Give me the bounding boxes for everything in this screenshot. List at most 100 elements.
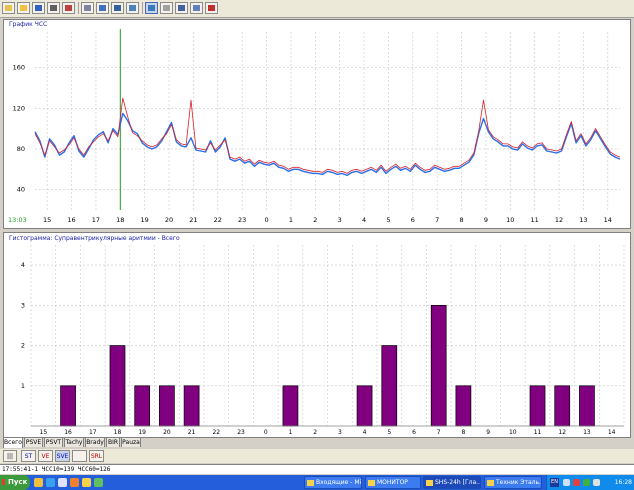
layout-button[interactable] <box>126 2 139 14</box>
hist-bar[interactable] <box>579 385 595 427</box>
folder-button[interactable] <box>17 2 30 14</box>
list-view-icon[interactable]: ||| <box>3 450 17 462</box>
quicklaunch-folder-icon[interactable] <box>82 478 91 487</box>
hist-x-tick-label: 2 <box>313 429 317 436</box>
print-icon <box>50 5 57 11</box>
hist-bar[interactable] <box>381 345 398 427</box>
hist-bar[interactable] <box>356 385 373 427</box>
hr-x-tick-label: 7 <box>435 216 439 224</box>
chart-button[interactable] <box>145 2 158 14</box>
tools-button[interactable] <box>62 2 75 14</box>
hr-series-red <box>34 97 621 174</box>
quicklaunch-ie-icon[interactable] <box>46 478 55 487</box>
marker-button[interactable] <box>190 2 203 14</box>
start-button[interactable]: Пуск <box>0 475 30 490</box>
quicklaunch-media-icon[interactable] <box>70 478 79 487</box>
hist-bar[interactable] <box>159 385 175 427</box>
hist-x-tick-label: 23 <box>237 429 245 436</box>
hist-x-tick-label: 5 <box>387 429 391 436</box>
hist-x-tick-label: 17 <box>89 429 97 436</box>
channel-ve-button[interactable]: VE <box>38 450 53 462</box>
save-icon <box>35 5 42 11</box>
tab-brady[interactable]: Brady <box>85 437 105 447</box>
status-bar: 17:55:41-1 ЧСС10=139 ЧСС60=126 <box>0 464 634 474</box>
hist-y-tick-label: 4 <box>21 261 25 269</box>
tab-pauza[interactable]: Pauza <box>121 437 141 447</box>
hist-x-tick-label: 1 <box>289 429 293 436</box>
hist-bar[interactable] <box>529 385 546 427</box>
tray-network-icon[interactable] <box>563 479 570 486</box>
tray-update-icon[interactable] <box>583 479 590 486</box>
grid-icon <box>114 5 121 11</box>
hist-x-tick-label: 4 <box>363 429 367 436</box>
channel-blank-button[interactable] <box>72 450 87 462</box>
channel-srl-button[interactable]: SRL <box>89 450 104 462</box>
hist-bar[interactable] <box>183 385 200 427</box>
hr-y-tick-label: 40 <box>17 186 25 194</box>
taskbar-window-button[interactable]: Техник Эталь... <box>484 476 542 489</box>
histogram-button[interactable] <box>205 2 218 14</box>
taskbar-window-button[interactable]: Входящие - Mi... <box>304 476 362 489</box>
language-indicator[interactable]: EN <box>550 478 559 487</box>
hist-x-tick-label: 12 <box>558 429 566 436</box>
toolbar-separator <box>78 2 79 14</box>
channel-st-button[interactable]: ST <box>21 450 36 462</box>
edit-icon <box>163 5 170 11</box>
system-tray: EN 16:28 <box>546 475 634 490</box>
window-button[interactable] <box>96 2 109 14</box>
histogram-chart[interactable]: 123415 16 17 18 19 20 21 22 23 0 1 2 3 4 5 6 7 8 9 10 11 12 13… <box>4 233 630 437</box>
edit-button[interactable] <box>160 2 173 14</box>
hist-bar[interactable] <box>455 385 472 427</box>
hr-y-tick-label: 80 <box>17 145 25 153</box>
window-app-icon <box>307 480 314 486</box>
channel-toolbar: ||| ST VE SVE SRL <box>0 449 634 463</box>
hist-x-tick-label: 14 <box>608 429 616 436</box>
hist-bar[interactable] <box>60 385 76 427</box>
taskbar-window-label: Техник Эталь... <box>496 479 542 486</box>
hist-bar[interactable] <box>282 385 299 427</box>
taskbar-window-button[interactable]: SHS-24h [Гла... <box>423 476 481 489</box>
hist-x-tick-label: 3 <box>338 429 342 436</box>
list-button[interactable] <box>81 2 94 14</box>
tools-icon <box>65 5 72 11</box>
taskbar-window-label: SHS-24h [Гла... <box>435 479 481 486</box>
open-button[interactable] <box>2 2 15 14</box>
tab-psvt[interactable]: PSVT <box>44 437 63 447</box>
tab-всего[interactable]: Всего <box>3 437 23 448</box>
tab-tachy[interactable]: Tachy <box>64 437 84 447</box>
hist-x-tick-label: 8 <box>461 429 465 436</box>
channel-sve-button[interactable]: SVE <box>55 450 70 462</box>
hist-bar[interactable] <box>554 385 571 427</box>
hr-x-tick-label: 13 <box>579 216 587 224</box>
tray-volume-icon[interactable] <box>593 479 600 486</box>
quicklaunch-desktop-icon[interactable] <box>58 478 67 487</box>
hist-bar[interactable] <box>134 385 151 427</box>
hr-x-tick-label: 18 <box>116 216 124 224</box>
hr-x-tick-label: 17 <box>92 216 100 224</box>
print-button[interactable] <box>47 2 60 14</box>
windows-logo-icon <box>2 479 8 485</box>
hist-bar[interactable] <box>109 345 126 427</box>
hr-x-tick-label: 1 <box>289 216 293 224</box>
grid-button[interactable] <box>111 2 124 14</box>
hr-x-tick-label: 9 <box>484 216 488 224</box>
pen-button[interactable] <box>175 2 188 14</box>
hr-chart-panel: График ЧСС 15 16 17 18 19 20 21 22 23 0 1 2 3 4 5 6 7 8 9 1… <box>3 19 631 229</box>
hr-chart[interactable]: 15 16 17 18 19 20 21 22 23 0 1 2 3 4 5 6 7 8 9 10 11 12 13 1440… <box>4 20 630 228</box>
save-button[interactable] <box>32 2 45 14</box>
tab-bir[interactable]: BIR <box>106 437 120 447</box>
windows-taskbar: Пуск Входящие - Mi... МОНИТОР SHS-24h [Гла… <box>0 475 634 490</box>
hr-x-tick-label: 23 <box>238 216 246 224</box>
window-app-icon <box>368 480 375 486</box>
hr-x-tick-label: 4 <box>362 216 366 224</box>
taskbar-window-button[interactable]: МОНИТОР <box>365 476 421 489</box>
tray-antivirus-icon[interactable] <box>573 479 580 486</box>
hr-x-tick-label: 15 <box>43 216 51 224</box>
quicklaunch-app-icon[interactable] <box>94 478 103 487</box>
hist-y-tick-label: 1 <box>21 382 25 390</box>
hist-bar[interactable] <box>430 304 447 427</box>
hist-x-tick-label: 19 <box>138 429 146 436</box>
quicklaunch-mail-icon[interactable] <box>34 478 43 487</box>
hr-x-tick-label: 22 <box>214 216 222 224</box>
tab-psve[interactable]: PSVE <box>24 437 43 447</box>
